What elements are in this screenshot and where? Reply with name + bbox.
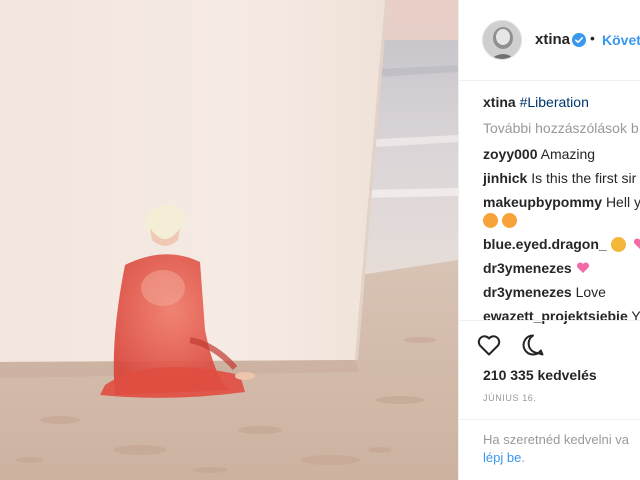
comment-item: makeupbypommy Hell y [483, 192, 640, 212]
comment-emoji-line [483, 210, 521, 230]
user-avatar[interactable] [482, 20, 522, 60]
post-sidebar: xtina • Követ xtina #Liberation További … [458, 0, 640, 480]
comment-username[interactable]: blue.eyed.dragon_ [483, 236, 607, 252]
comment-username[interactable]: makeupbypommy [483, 194, 602, 210]
heart-outline-icon[interactable] [475, 331, 503, 359]
verified-badge-icon [572, 33, 586, 47]
kiss-face-emoji-icon [502, 213, 517, 228]
comment-username[interactable]: jinhick [483, 170, 527, 186]
comment-text: Hell y [605, 194, 640, 210]
comment-item: jinhick Is this the first sir [483, 168, 636, 188]
comment-item: zoyy000 Amazing [483, 144, 595, 164]
login-period: . [521, 450, 525, 465]
caption: xtina #Liberation [483, 92, 589, 112]
comment-bubble-icon[interactable] [519, 331, 547, 359]
load-more-comments[interactable]: További hozzászólások b [483, 118, 639, 138]
post-photo[interactable] [0, 0, 458, 480]
instagram-post-view: xtina • Követ xtina #Liberation További … [0, 0, 640, 480]
header-username[interactable]: xtina [535, 31, 570, 48]
login-prompt-text: Ha szeretnéd kedvelni va [483, 432, 629, 447]
sparkling-heart-emoji-icon [576, 262, 589, 273]
comment-item: blue.eyed.dragon_ [483, 234, 640, 254]
post-actions: 210 335 kedvelés JÚNIUS 16. Ha szeretnéd… [459, 320, 640, 480]
login-prompt-area: Ha szeretnéd kedvelni va lépj be. [459, 419, 640, 480]
comment-text: Amazing [540, 146, 596, 162]
comment-text: Love [575, 284, 606, 300]
comment-item: dr3ymenezes Love [483, 282, 606, 302]
comment-username[interactable]: dr3ymenezes [483, 284, 572, 300]
pink-heart-emoji-icon [634, 238, 640, 249]
post-date[interactable]: JÚNIUS 16. [483, 393, 537, 403]
smile-face-emoji-icon [610, 237, 626, 252]
comment-username[interactable]: dr3ymenezes [483, 260, 572, 276]
header-separator: • [590, 30, 595, 46]
login-line: lépj be. [483, 450, 525, 465]
photo-illustration [0, 0, 458, 480]
like-count[interactable]: 210 335 kedvelés [483, 367, 597, 383]
comment-text: Is this the first sir [531, 170, 637, 186]
comment-item: dr3ymenezes [483, 258, 590, 278]
login-link[interactable]: lépj be [483, 450, 521, 465]
caption-username[interactable]: xtina [483, 94, 516, 110]
post-header: xtina • Követ [459, 0, 640, 81]
comment-username[interactable]: zoyy000 [483, 146, 537, 162]
follow-button[interactable]: Követ [602, 32, 640, 48]
caption-hashtag[interactable]: #Liberation [520, 94, 589, 110]
kiss-face-emoji-icon [483, 213, 498, 228]
